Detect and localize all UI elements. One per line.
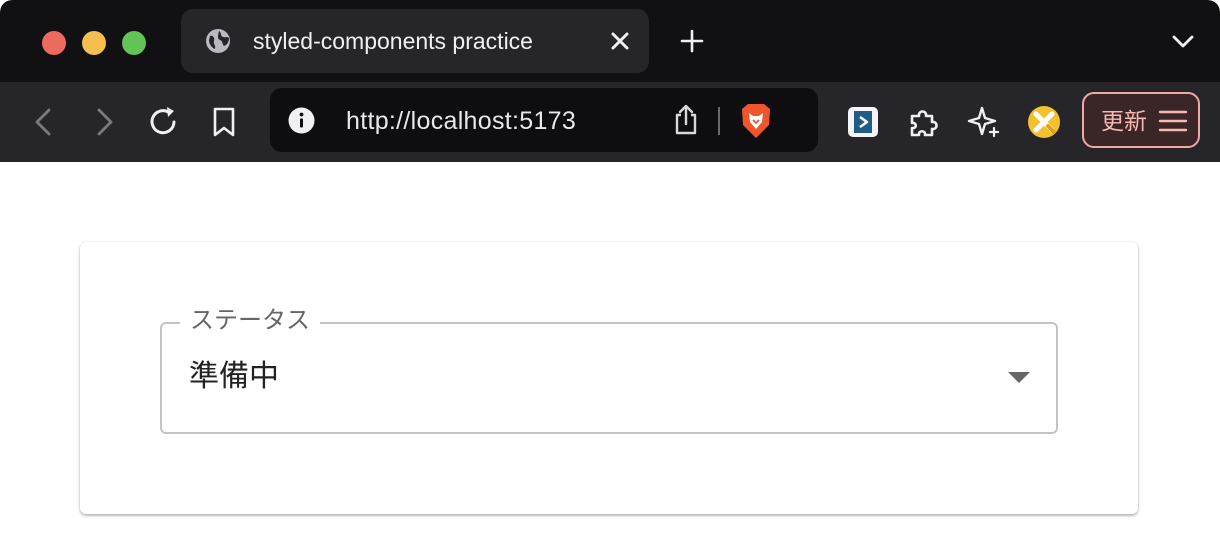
update-button[interactable]: 更新 — [1082, 92, 1200, 148]
address-bar-divider — [718, 107, 720, 135]
tab-bar: styled-components practice — [0, 0, 1220, 82]
bookmark-icon[interactable] — [204, 102, 244, 142]
update-button-label: 更新 — [1101, 108, 1147, 134]
brave-shields-icon[interactable] — [738, 102, 774, 140]
extension-code-icon[interactable] — [843, 102, 883, 142]
dropdown-arrow-icon[interactable] — [1008, 372, 1030, 383]
globe-icon — [206, 29, 230, 53]
minimize-window-button[interactable] — [82, 31, 106, 55]
form-card: ステータス 準備中 — [80, 242, 1138, 514]
back-icon[interactable] — [24, 102, 64, 142]
puzzle-icon[interactable] — [904, 102, 944, 142]
extension-logo-icon[interactable] — [1024, 102, 1064, 142]
tab-title: styled-components practice — [253, 28, 533, 54]
reload-icon[interactable] — [143, 102, 183, 142]
page-content: ステータス 準備中 — [0, 162, 1220, 550]
url-text[interactable]: http://localhost:5173 — [346, 107, 576, 135]
close-window-button[interactable] — [42, 31, 66, 55]
active-tab[interactable]: styled-components practice — [181, 9, 649, 73]
maximize-window-button[interactable] — [122, 31, 146, 55]
new-tab-icon[interactable] — [676, 25, 708, 57]
chevron-down-icon[interactable] — [1168, 26, 1198, 56]
info-icon[interactable] — [288, 107, 315, 134]
close-tab-icon[interactable] — [605, 26, 635, 56]
hamburger-menu-icon — [1158, 110, 1188, 132]
status-select[interactable]: ステータス 準備中 — [160, 306, 1058, 434]
browser-window: styled-components practice http://localh… — [0, 0, 1220, 550]
address-bar[interactable]: http://localhost:5173 — [270, 88, 818, 152]
status-select-label: ステータス — [180, 306, 320, 336]
share-icon[interactable] — [670, 103, 702, 137]
status-select-value: 準備中 — [189, 360, 279, 393]
toolbar: http://localhost:5173 更新 — [0, 82, 1220, 162]
forward-icon[interactable] — [84, 102, 124, 142]
sparkle-icon[interactable] — [964, 102, 1004, 142]
